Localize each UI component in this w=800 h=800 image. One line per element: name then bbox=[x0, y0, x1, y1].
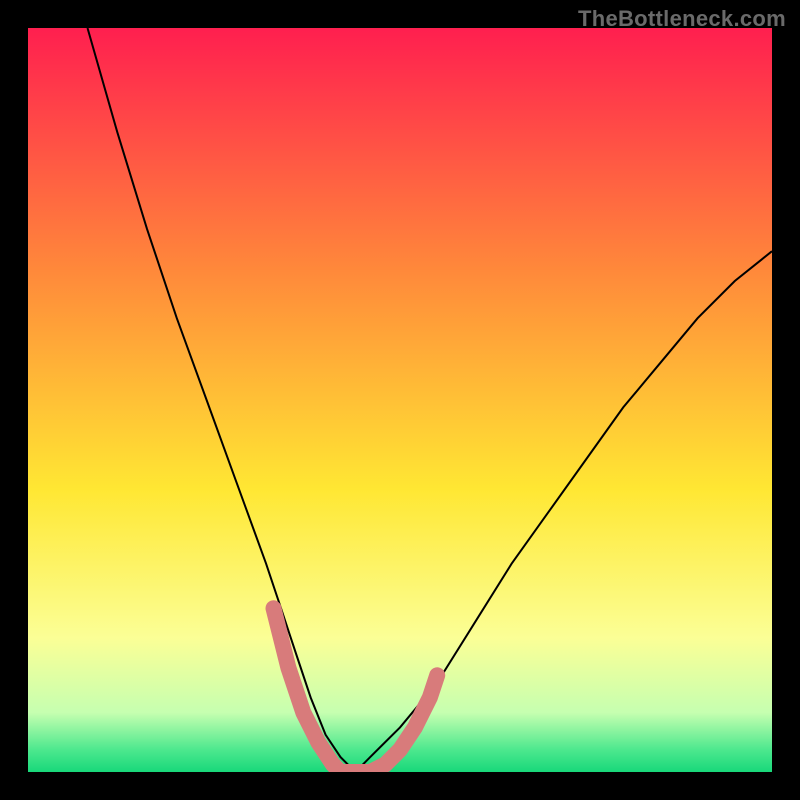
watermark-text: TheBottleneck.com bbox=[578, 6, 786, 32]
chart-svg bbox=[28, 28, 772, 772]
gradient-background bbox=[28, 28, 772, 772]
plot-area bbox=[28, 28, 772, 772]
chart-frame: TheBottleneck.com bbox=[0, 0, 800, 800]
